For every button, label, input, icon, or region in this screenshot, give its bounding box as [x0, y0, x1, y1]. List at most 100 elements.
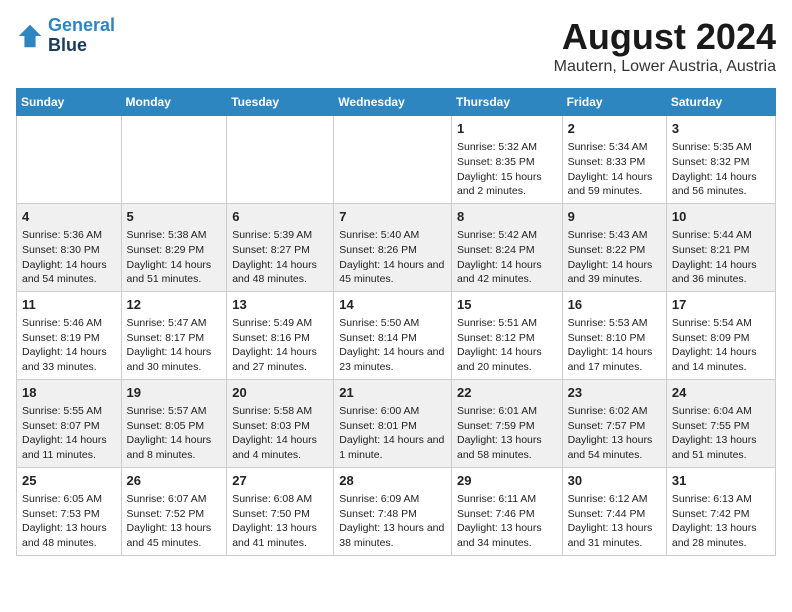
calendar-cell: 28 Sunrise: 6:09 AMSunset: 7:48 PMDayligh…: [334, 467, 452, 555]
day-info: Daylight: 13 hours and 28 minutes.: [672, 521, 770, 550]
day-info: Sunset: 7:57 PM: [568, 419, 661, 434]
day-info: Daylight: 13 hours and 38 minutes.: [339, 521, 446, 550]
day-info: Sunset: 7:44 PM: [568, 507, 661, 522]
calendar-cell: 9Sunrise: 5:43 AMSunset: 8:22 PMDaylight…: [562, 203, 666, 291]
day-number: 29: [457, 472, 557, 490]
day-number: 19: [127, 384, 222, 402]
logo-text: General Blue: [48, 16, 115, 56]
calendar-cell: 19Sunrise: 5:57 AMSunset: 8:05 PMDayligh…: [121, 379, 227, 467]
day-info: Sunrise: 5:46 AM: [22, 316, 116, 331]
day-info: Daylight: 14 hours and 30 minutes.: [127, 345, 222, 374]
calendar-week-row: 18Sunrise: 5:55 AMSunset: 8:07 PMDayligh…: [17, 379, 776, 467]
day-info: Sunset: 7:52 PM: [127, 507, 222, 522]
day-info: Sunset: 8:03 PM: [232, 419, 328, 434]
day-number: 17: [672, 296, 770, 314]
day-number: 28: [339, 472, 446, 490]
day-info: Sunrise: 6:00 AM: [339, 404, 446, 419]
day-info: Sunset: 7:50 PM: [232, 507, 328, 522]
day-info: Sunset: 8:05 PM: [127, 419, 222, 434]
day-info: Sunset: 8:33 PM: [568, 155, 661, 170]
day-number: 21: [339, 384, 446, 402]
day-info: Sunset: 8:22 PM: [568, 243, 661, 258]
day-number: 15: [457, 296, 557, 314]
day-info: Sunset: 8:09 PM: [672, 331, 770, 346]
calendar-cell: 2Sunrise: 5:34 AMSunset: 8:33 PMDaylight…: [562, 116, 666, 204]
day-info: Sunrise: 5:32 AM: [457, 140, 557, 155]
calendar-cell: 16Sunrise: 5:53 AMSunset: 8:10 PMDayligh…: [562, 291, 666, 379]
day-info: Daylight: 14 hours and 59 minutes.: [568, 170, 661, 199]
day-info: Daylight: 13 hours and 31 minutes.: [568, 521, 661, 550]
day-info: Sunrise: 6:07 AM: [127, 492, 222, 507]
day-info: Sunrise: 5:35 AM: [672, 140, 770, 155]
day-number: 18: [22, 384, 116, 402]
day-number: 24: [672, 384, 770, 402]
calendar-day-header: Sunday: [17, 89, 122, 116]
day-info: Sunset: 7:55 PM: [672, 419, 770, 434]
day-info: Sunrise: 6:02 AM: [568, 404, 661, 419]
day-info: Daylight: 14 hours and 17 minutes.: [568, 345, 661, 374]
calendar-cell: 4Sunrise: 5:36 AMSunset: 8:30 PMDaylight…: [17, 203, 122, 291]
day-number: 31: [672, 472, 770, 490]
calendar-cell: 15Sunrise: 5:51 AMSunset: 8:12 PMDayligh…: [451, 291, 562, 379]
calendar-cell: 1Sunrise: 5:32 AMSunset: 8:35 PMDaylight…: [451, 116, 562, 204]
day-info: Sunset: 8:32 PM: [672, 155, 770, 170]
calendar-cell: 11Sunrise: 5:46 AMSunset: 8:19 PMDayligh…: [17, 291, 122, 379]
day-info: Sunset: 8:16 PM: [232, 331, 328, 346]
calendar-cell: 31 Sunrise: 6:13 AMSunset: 7:42 PMDayligh…: [666, 467, 775, 555]
day-info: Sunrise: 6:12 AM: [568, 492, 661, 507]
day-info: Sunset: 7:48 PM: [339, 507, 446, 522]
day-info: Sunset: 8:21 PM: [672, 243, 770, 258]
day-info: Daylight: 14 hours and 48 minutes.: [232, 258, 328, 287]
day-info: Sunrise: 5:53 AM: [568, 316, 661, 331]
calendar-cell: 20Sunrise: 5:58 AMSunset: 8:03 PMDayligh…: [227, 379, 334, 467]
day-info: Sunrise: 5:55 AM: [22, 404, 116, 419]
calendar-cell: [17, 116, 122, 204]
calendar-cell: 12Sunrise: 5:47 AMSunset: 8:17 PMDayligh…: [121, 291, 227, 379]
day-info: Daylight: 14 hours and 45 minutes.: [339, 258, 446, 287]
calendar-header: SundayMondayTuesdayWednesdayThursdayFrid…: [17, 89, 776, 116]
calendar-cell: [121, 116, 227, 204]
day-number: 7: [339, 208, 446, 226]
day-info: Sunrise: 6:04 AM: [672, 404, 770, 419]
day-info: Sunset: 7:59 PM: [457, 419, 557, 434]
day-info: Sunset: 8:14 PM: [339, 331, 446, 346]
subtitle: Mautern, Lower Austria, Austria: [554, 58, 776, 76]
day-info: Sunset: 8:17 PM: [127, 331, 222, 346]
calendar-body: 1Sunrise: 5:32 AMSunset: 8:35 PMDaylight…: [17, 116, 776, 556]
day-number: 30: [568, 472, 661, 490]
day-number: 6: [232, 208, 328, 226]
day-number: 14: [339, 296, 446, 314]
page-header: General Blue August 2024 Mautern, Lower …: [16, 16, 776, 76]
calendar-day-header: Tuesday: [227, 89, 334, 116]
calendar-day-header: Monday: [121, 89, 227, 116]
day-info: Sunset: 8:12 PM: [457, 331, 557, 346]
day-info: Daylight: 14 hours and 39 minutes.: [568, 258, 661, 287]
calendar-cell: 5Sunrise: 5:38 AMSunset: 8:29 PMDaylight…: [121, 203, 227, 291]
day-info: Sunrise: 6:08 AM: [232, 492, 328, 507]
calendar-cell: 13Sunrise: 5:49 AMSunset: 8:16 PMDayligh…: [227, 291, 334, 379]
day-number: 25: [22, 472, 116, 490]
day-info: Daylight: 14 hours and 4 minutes.: [232, 433, 328, 462]
calendar-cell: 26Sunrise: 6:07 AMSunset: 7:52 PMDayligh…: [121, 467, 227, 555]
day-number: 2: [568, 120, 661, 138]
day-info: Daylight: 14 hours and 54 minutes.: [22, 258, 116, 287]
day-info: Daylight: 14 hours and 33 minutes.: [22, 345, 116, 374]
day-number: 11: [22, 296, 116, 314]
day-info: Sunrise: 5:50 AM: [339, 316, 446, 331]
day-info: Sunrise: 6:13 AM: [672, 492, 770, 507]
calendar-cell: 25Sunrise: 6:05 AMSunset: 7:53 PMDayligh…: [17, 467, 122, 555]
day-number: 27: [232, 472, 328, 490]
calendar-cell: 22Sunrise: 6:01 AMSunset: 7:59 PMDayligh…: [451, 379, 562, 467]
day-info: Daylight: 14 hours and 20 minutes.: [457, 345, 557, 374]
day-info: Sunset: 8:10 PM: [568, 331, 661, 346]
calendar-cell: 6Sunrise: 5:39 AMSunset: 8:27 PMDaylight…: [227, 203, 334, 291]
calendar-cell: 30 Sunrise: 6:12 AMSunset: 7:44 PMDayligh…: [562, 467, 666, 555]
day-info: Sunset: 7:42 PM: [672, 507, 770, 522]
calendar-cell: 21Sunrise: 6:00 AMSunset: 8:01 PMDayligh…: [334, 379, 452, 467]
day-info: Daylight: 13 hours and 41 minutes.: [232, 521, 328, 550]
calendar-week-row: 1Sunrise: 5:32 AMSunset: 8:35 PMDaylight…: [17, 116, 776, 204]
calendar-cell: 7Sunrise: 5:40 AMSunset: 8:26 PMDaylight…: [334, 203, 452, 291]
day-info: Daylight: 14 hours and 56 minutes.: [672, 170, 770, 199]
calendar-day-header: Thursday: [451, 89, 562, 116]
day-info: Sunrise: 6:09 AM: [339, 492, 446, 507]
